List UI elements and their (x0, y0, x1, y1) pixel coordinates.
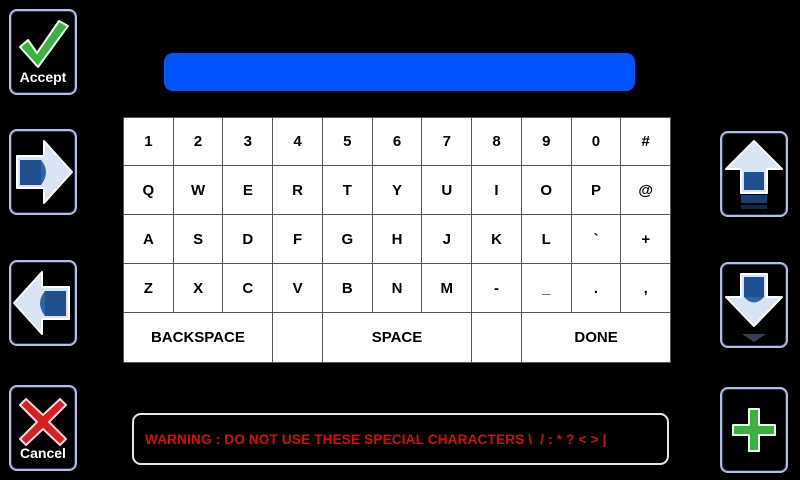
key[interactable]: B (322, 264, 373, 313)
nav-left-button[interactable] (9, 260, 77, 346)
space-key[interactable]: SPACE (323, 313, 472, 363)
key[interactable]: 7 (422, 117, 473, 166)
key[interactable]: S (173, 215, 224, 264)
key[interactable]: D (223, 215, 274, 264)
key[interactable]: C (223, 264, 274, 313)
arrow-left-icon (13, 271, 70, 335)
key[interactable]: , (621, 264, 672, 313)
keyboard-row: A S D F G H J K L ` + (123, 215, 672, 264)
key[interactable]: 6 (372, 117, 423, 166)
warning-text: WARNING : DO NOT USE THESE SPECIAL CHARA… (145, 431, 607, 447)
scroll-down-button[interactable] (720, 262, 788, 348)
backspace-key[interactable]: BACKSPACE (123, 313, 273, 363)
key[interactable]: 4 (273, 117, 323, 166)
key[interactable]: W (173, 166, 224, 215)
key[interactable]: 0 (571, 117, 622, 166)
key[interactable]: - (472, 264, 522, 313)
arrow-up-icon (725, 140, 783, 209)
nav-right-button[interactable] (9, 129, 77, 215)
key[interactable]: N (372, 264, 423, 313)
key[interactable]: Y (372, 166, 423, 215)
key[interactable]: 1 (123, 117, 174, 166)
keyboard-row: 1 2 3 4 5 6 7 8 9 0 # (123, 117, 672, 166)
add-button[interactable] (720, 387, 788, 473)
blank-key (272, 313, 324, 363)
key[interactable]: I (472, 166, 522, 215)
key[interactable]: K (472, 215, 522, 264)
scroll-up-button[interactable] (720, 131, 788, 217)
keyboard-row: Z X C V B N M - _., (123, 264, 672, 313)
done-key[interactable]: DONE (522, 313, 671, 363)
key[interactable]: A (123, 215, 174, 264)
key[interactable]: J (422, 215, 473, 264)
key[interactable]: F (273, 215, 323, 264)
key[interactable]: O (521, 166, 572, 215)
cancel-button[interactable]: Cancel (9, 385, 77, 471)
accept-button[interactable]: Accept (9, 9, 77, 95)
key[interactable]: # (621, 117, 672, 166)
cancel-label: Cancel (20, 445, 66, 461)
key[interactable]: 3 (223, 117, 274, 166)
key[interactable]: 8 (472, 117, 522, 166)
text-input[interactable] (164, 53, 635, 91)
key[interactable]: _ (521, 264, 572, 313)
key[interactable]: H (372, 215, 423, 264)
plus-icon (732, 408, 776, 452)
key[interactable]: M (422, 264, 473, 313)
key[interactable]: P (571, 166, 622, 215)
key[interactable]: 5 (322, 117, 373, 166)
key[interactable]: 9 (521, 117, 572, 166)
keyboard-row-actions: BACKSPACE SPACE DONE (123, 313, 671, 363)
key[interactable]: G (322, 215, 373, 264)
key[interactable]: Q (123, 166, 174, 215)
key[interactable]: . (571, 264, 622, 313)
arrow-right-icon (16, 140, 73, 204)
key[interactable]: Z (123, 264, 174, 313)
keyboard-row: Q W E R T Y U I O P @ (123, 166, 672, 215)
key[interactable]: T (322, 166, 373, 215)
key[interactable]: 2 (173, 117, 224, 166)
key[interactable]: E (223, 166, 274, 215)
key[interactable]: ` (571, 215, 622, 264)
on-screen-keyboard: 1 2 3 4 5 6 7 8 9 0 # Q W E R T Y U I O P @ A S D F G H J K L ` + Z X C V B N M… (123, 117, 672, 363)
key[interactable]: U (422, 166, 473, 215)
key[interactable]: R (273, 166, 323, 215)
arrow-down-icon (725, 273, 783, 342)
key[interactable]: V (273, 264, 323, 313)
key[interactable]: + (621, 215, 672, 264)
warning-box: WARNING : DO NOT USE THESE SPECIAL CHARA… (132, 413, 669, 465)
key[interactable]: @ (621, 166, 672, 215)
blank-key (471, 313, 523, 363)
key[interactable]: X (173, 264, 224, 313)
accept-label: Accept (19, 69, 67, 85)
key[interactable]: L (521, 215, 572, 264)
